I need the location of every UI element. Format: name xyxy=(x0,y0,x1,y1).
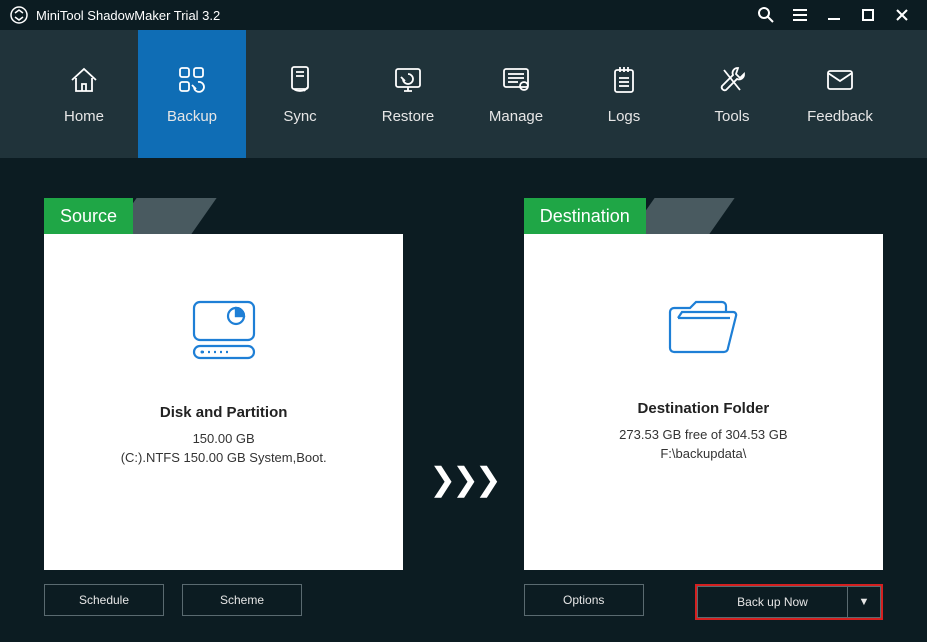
options-button[interactable]: Options xyxy=(524,584,644,616)
destination-title: Destination Folder xyxy=(638,400,770,417)
destination-header: Destination xyxy=(524,198,883,234)
backup-now-button[interactable]: Back up Now xyxy=(697,586,847,618)
source-header: Source xyxy=(44,198,403,234)
nav-home[interactable]: Home xyxy=(30,30,138,158)
nav-sync[interactable]: Sync xyxy=(246,30,354,158)
sync-icon xyxy=(284,64,316,96)
titlebar: MiniTool ShadowMaker Trial 3.2 xyxy=(0,0,927,30)
disk-icon xyxy=(188,294,260,364)
source-column: Source Disk and Partition 150.00 GB (C:)… xyxy=(44,198,403,616)
nav-label: Sync xyxy=(283,108,316,125)
nav-label: Tools xyxy=(714,108,749,125)
search-icon[interactable] xyxy=(751,3,781,27)
manage-icon xyxy=(500,64,532,96)
restore-icon xyxy=(392,64,424,96)
maximize-icon[interactable] xyxy=(853,3,883,27)
nav-label: Restore xyxy=(382,108,435,125)
nav-label: Home xyxy=(64,108,104,125)
feedback-icon xyxy=(824,64,856,96)
nav-backup[interactable]: Backup xyxy=(138,30,246,158)
folder-icon xyxy=(664,294,742,360)
backup-dropdown-button[interactable]: ▼ xyxy=(847,586,881,618)
nav-restore[interactable]: Restore xyxy=(354,30,462,158)
nav-label: Feedback xyxy=(807,108,873,125)
source-title: Disk and Partition xyxy=(160,404,288,421)
app-title: MiniTool ShadowMaker Trial 3.2 xyxy=(36,8,220,23)
tools-icon xyxy=(716,64,748,96)
nav-label: Manage xyxy=(489,108,543,125)
content-area: Source Disk and Partition 150.00 GB (C:)… xyxy=(0,158,927,640)
nav-manage[interactable]: Manage xyxy=(462,30,570,158)
nav-label: Logs xyxy=(608,108,641,125)
backup-icon xyxy=(176,64,208,96)
nav-feedback[interactable]: Feedback xyxy=(786,30,894,158)
destination-path: F:\backupdata\ xyxy=(660,446,746,461)
main-nav: Home Backup Sync Restore Manage Logs Too… xyxy=(0,30,927,158)
nav-label: Backup xyxy=(167,108,217,125)
source-tab-label: Source xyxy=(44,198,133,234)
destination-space: 273.53 GB free of 304.53 GB xyxy=(619,427,787,442)
nav-logs[interactable]: Logs xyxy=(570,30,678,158)
logs-icon xyxy=(608,64,640,96)
nav-tools[interactable]: Tools xyxy=(678,30,786,158)
app-logo-icon xyxy=(10,6,28,24)
source-detail: (C:).NTFS 150.00 GB System,Boot. xyxy=(121,450,327,465)
destination-column: Destination Destination Folder 273.53 GB… xyxy=(524,198,883,620)
close-icon[interactable] xyxy=(887,3,917,27)
source-buttons: Schedule Scheme xyxy=(44,584,403,616)
scheme-button[interactable]: Scheme xyxy=(182,584,302,616)
destination-tab-label: Destination xyxy=(524,198,646,234)
home-icon xyxy=(68,64,100,96)
minimize-icon[interactable] xyxy=(819,3,849,27)
menu-icon[interactable] xyxy=(785,3,815,27)
source-panel[interactable]: Disk and Partition 150.00 GB (C:).NTFS 1… xyxy=(44,234,403,570)
arrow-separator-icon: ❯❯❯ xyxy=(423,460,503,498)
schedule-button[interactable]: Schedule xyxy=(44,584,164,616)
source-size: 150.00 GB xyxy=(193,431,255,446)
backup-button-group: Back up Now ▼ xyxy=(695,584,883,620)
destination-panel[interactable]: Destination Folder 273.53 GB free of 304… xyxy=(524,234,883,570)
destination-buttons: Options Back up Now ▼ xyxy=(524,584,883,620)
